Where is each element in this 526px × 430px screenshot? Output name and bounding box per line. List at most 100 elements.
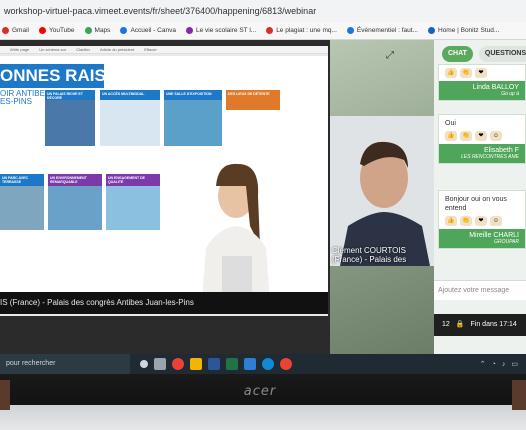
clap-icon[interactable]: 👏: [460, 68, 472, 78]
bookmark-item[interactable]: YouTube: [38, 27, 75, 34]
session-timer: Fin dans 17:14: [470, 321, 517, 328]
tray-up-arrow-icon[interactable]: ⌃: [480, 360, 486, 368]
file-explorer-icon[interactable]: [190, 358, 202, 370]
bookmark-favicon-icon: [38, 27, 46, 34]
presentation-toolbar-item[interactable]: Effacer: [144, 47, 157, 52]
bookmark-item[interactable]: Le plagiat : une mq...: [266, 27, 337, 34]
presentation-toolbar-item[interactable]: Article du président: [100, 47, 134, 52]
bookmark-label: Maps: [94, 27, 111, 34]
message-author: Linda BALLOY Go up à: [439, 81, 525, 100]
photos-icon[interactable]: [244, 358, 256, 370]
heart-icon[interactable]: ❤: [475, 131, 487, 141]
clap-icon[interactable]: 👏: [460, 216, 472, 226]
presentation-toolbar: Write page Un schéma sur Clarifier Article …: [0, 46, 328, 54]
thumbs-up-icon[interactable]: 👍: [445, 131, 457, 141]
message-author: Mireille CHARLI GROUPAR: [439, 229, 525, 248]
edge-icon[interactable]: [262, 358, 274, 370]
speaker-name: Clément COURTOIS: [332, 246, 406, 255]
notification-icon[interactable]: ▭: [511, 360, 518, 368]
address-bar[interactable]: workshop-virtuel-paca.vimeet.events/fr/s…: [0, 0, 526, 22]
bookmark-favicon-icon: [185, 27, 193, 34]
session-caption: IS (France) - Palais des congrès Antibes…: [0, 292, 328, 314]
wifi-icon[interactable]: ◔: [492, 361, 496, 368]
chat-message-input[interactable]: Ajoutez votre message: [434, 280, 526, 300]
windows-taskbar: pour rechercher ⌃ ◔ ♪ ▭: [0, 354, 526, 374]
bookmark-label: Accueil - Canva: [130, 27, 176, 34]
bookmark-item[interactable]: Gmail: [2, 27, 29, 34]
bookmark-label: Événementiel : faut...: [356, 27, 418, 34]
system-tray: ⌃ ◔ ♪ ▭: [480, 360, 526, 369]
bookmark-label: Le vie scolaire ST l...: [195, 27, 257, 34]
desk-surface: [0, 405, 526, 430]
bookmark-label: Le plagiat : une mq...: [276, 27, 337, 34]
smile-icon[interactable]: ☺: [490, 131, 502, 141]
webinar-page: Write page Un schéma sur Clarifier Article …: [0, 40, 526, 354]
bookmark-label: Home | Bonitz Stud...: [437, 27, 500, 34]
chat-message: Bonjour oui on vous entend 👍 👏 ❤ ☺ Mirei…: [438, 190, 526, 249]
taskbar-apps: [140, 358, 292, 370]
participant-count: 12: [442, 321, 450, 328]
bookmark-favicon-icon: [2, 27, 9, 34]
presentation-toolbar-item[interactable]: Clarifier: [76, 47, 90, 52]
url-text[interactable]: workshop-virtuel-paca.vimeet.events/fr/s…: [4, 6, 316, 16]
reaction-bar: 👍 👏 ❤ ☺: [439, 213, 525, 229]
expand-icon[interactable]: ⤢: [386, 50, 400, 62]
clap-icon[interactable]: 👏: [460, 131, 472, 141]
desk-edge-right: [512, 380, 526, 410]
heart-icon[interactable]: ❤: [475, 68, 487, 78]
bookmark-label: Gmail: [12, 27, 29, 34]
widgets-icon[interactable]: [154, 358, 166, 370]
message-author: Elisabeth F LES RENCONTRES AME: [439, 144, 525, 163]
speaker-video: Clément COURTOIS (France) - Palais des: [330, 116, 434, 266]
slide-tile: Un engagement de qualité: [106, 174, 160, 230]
photo-background: workshop-virtuel-paca.vimeet.events/fr/s…: [0, 0, 526, 430]
slide-title: ONNES RAISONS: [0, 64, 104, 88]
bookmark-item[interactable]: Événementiel : faut...: [346, 27, 418, 34]
thumbs-up-icon[interactable]: 👍: [445, 68, 457, 78]
slide-tile: Un environnement remarquable: [48, 174, 102, 230]
woman-illustration: [202, 163, 270, 292]
heart-icon[interactable]: ❤: [475, 216, 487, 226]
presentation-toolbar-item[interactable]: Un schéma sur: [39, 47, 66, 52]
message-text: Oui: [445, 120, 456, 127]
thumbs-up-icon[interactable]: 👍: [445, 216, 457, 226]
chrome-active-icon[interactable]: [280, 358, 292, 370]
bookmark-label: YouTube: [48, 27, 75, 34]
laptop-brand-logo: acer: [243, 384, 277, 399]
chat-tabs: CHAT QUESTIONS: [434, 46, 526, 62]
chat-message: Oui 👍 👏 ❤ ☺ Elisabeth F LES RENCONTRES A…: [438, 114, 526, 164]
excel-icon[interactable]: [226, 358, 238, 370]
taskbar-search[interactable]: pour rechercher: [0, 354, 130, 374]
tab-chat[interactable]: CHAT: [442, 46, 473, 62]
desk-edge-left: [0, 380, 10, 410]
slide-tile: Des lieux de détente: [226, 90, 280, 110]
bookmark-favicon-icon: [346, 27, 354, 34]
presentation-area: Write page Un schéma sur Clarifier Article …: [0, 46, 328, 316]
tab-questions[interactable]: QUESTIONS: [478, 46, 526, 62]
bookmark-item[interactable]: Le vie scolaire ST l...: [185, 27, 257, 34]
bookmark-favicon-icon: [84, 27, 92, 34]
speaker-org: (France) - Palais des: [332, 255, 407, 264]
lock-icon: 🔒: [455, 321, 465, 328]
bookmark-favicon-icon: [266, 27, 274, 34]
chrome-icon[interactable]: [172, 358, 184, 370]
chat-message: 👍 👏 ❤ Linda BALLOY Go up à: [438, 64, 526, 101]
volume-icon[interactable]: ♪: [502, 361, 506, 368]
task-view-icon[interactable]: [140, 360, 148, 368]
laptop-screen: workshop-virtuel-paca.vimeet.events/fr/s…: [0, 0, 526, 374]
slide-tile: Une salle d'exposition: [164, 90, 222, 146]
bookmark-favicon-icon: [120, 27, 128, 34]
chat-footer: 12 🔒 Fin dans 17:14: [434, 314, 526, 336]
slide: ONNES RAISONS OIR ANTIBES ES-PINS Un pal…: [0, 56, 328, 292]
bookmark-item[interactable]: Home | Bonitz Stud...: [427, 27, 500, 34]
bookmark-item[interactable]: Maps: [84, 27, 111, 34]
chat-panel: CHAT QUESTIONS 👍 👏 ❤ Linda BALLOY Go up …: [434, 40, 526, 354]
slide-tile: Un parc avec terrasse: [0, 174, 44, 230]
reaction-bar: 👍 👏 ❤: [439, 65, 525, 81]
presentation-toolbar-item[interactable]: Write page: [10, 47, 29, 52]
bookmark-item[interactable]: Accueil - Canva: [120, 27, 176, 34]
reaction-bar: 👍 👏 ❤ ☺: [439, 128, 525, 144]
slide-tile: Un accès multimodal: [100, 90, 160, 146]
word-icon[interactable]: [208, 358, 220, 370]
smile-icon[interactable]: ☺: [490, 216, 502, 226]
